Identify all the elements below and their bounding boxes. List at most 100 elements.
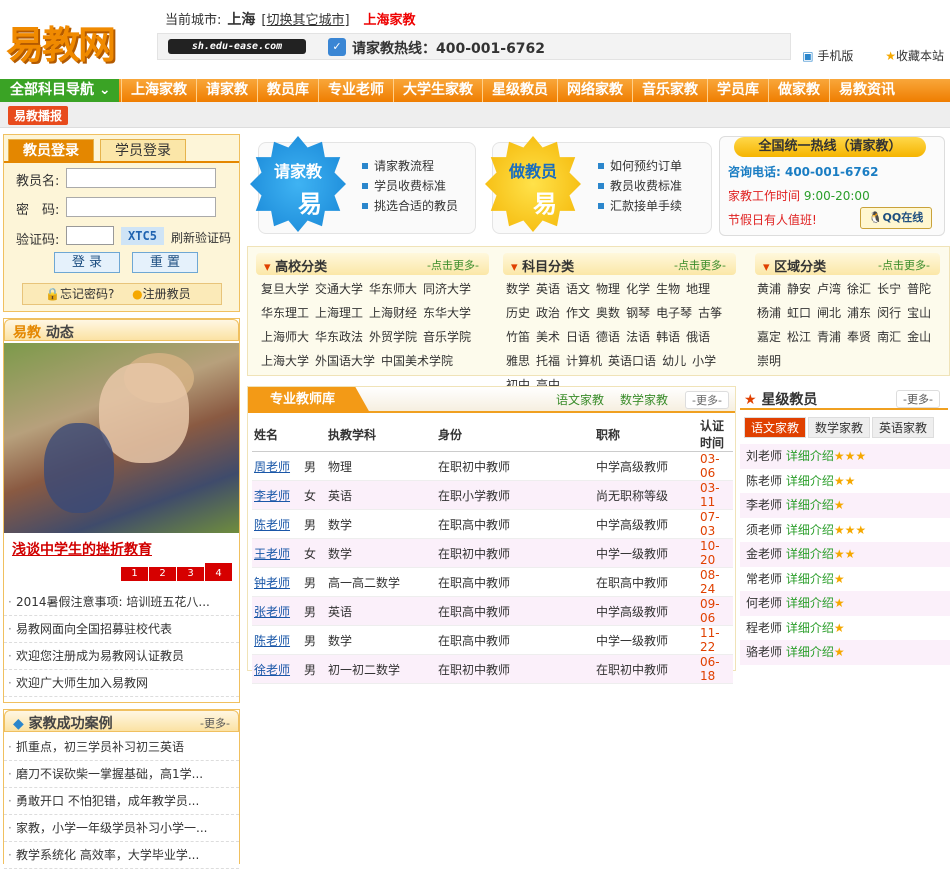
star-teacher-name[interactable]: 陈老师 [746,474,782,488]
star-teacher-name[interactable]: 骆老师 [746,645,782,659]
cases-more-link[interactable]: -更多- [200,715,230,731]
category-item[interactable]: 韩语 [656,330,680,344]
list-item[interactable]: 欢迎广大师生加入易教网 [4,670,239,697]
category-item[interactable]: 上海财经 [369,306,417,320]
category-more-link[interactable]: -点击更多- [674,257,726,273]
teacher-name[interactable]: 钟老师 [252,567,302,597]
teacher-name[interactable]: 周老师 [252,451,302,481]
category-more-link[interactable]: -点击更多- [878,257,930,273]
category-item[interactable]: 南汇 [877,330,901,344]
category-item[interactable]: 化学 [626,282,650,296]
category-item[interactable]: 德语 [596,330,620,344]
list-item[interactable]: 2014暑假注意事项: 培训班五花八... [4,589,239,616]
category-item[interactable]: 奥数 [596,306,620,320]
register-link[interactable]: 注册教员 [143,287,191,301]
category-item[interactable]: 上海师大 [261,330,309,344]
category-item[interactable]: 上海理工 [315,306,363,320]
category-item[interactable]: 法语 [626,330,650,344]
list-item[interactable]: 家教，小学一年级学员补习小学一... [4,815,239,842]
teacher-name[interactable]: 张老师 [252,596,302,626]
category-item[interactable]: 交通大学 [315,282,363,296]
category-item[interactable]: 语文 [566,282,590,296]
pager-item-active[interactable]: 4 [204,563,232,581]
category-item[interactable]: 卢湾 [817,282,841,296]
teacher-more-link[interactable]: -更多- [685,391,729,409]
mobile-link[interactable]: ▣ 手机版 [788,49,853,63]
category-item[interactable]: 生物 [656,282,680,296]
category-item[interactable]: 复旦大学 [261,282,309,296]
category-item[interactable]: 浦东 [847,306,871,320]
category-item[interactable]: 金山 [907,330,931,344]
login-button[interactable]: 登 录 [54,252,120,273]
list-item[interactable]: 磨刀不误砍柴一掌握基础，高1学... [4,761,239,788]
teacher-name[interactable]: 徐老师 [252,654,302,684]
category-item[interactable]: 同济大学 [423,282,471,296]
site-logo[interactable]: 易教网 [6,8,144,67]
category-item[interactable]: 华东政法 [315,330,363,344]
nav-item[interactable]: 专业老师 [318,79,393,102]
category-item[interactable]: 奉贤 [847,330,871,344]
star-teacher-name[interactable]: 常老师 [746,572,782,586]
category-item[interactable]: 历史 [506,306,530,320]
category-item[interactable]: 东华大学 [423,306,471,320]
category-item[interactable]: 青浦 [817,330,841,344]
teacher-name[interactable]: 王老师 [252,538,302,568]
teacher-name[interactable]: 李老师 [252,480,302,510]
category-more-link[interactable]: -点击更多- [427,257,479,273]
category-item[interactable]: 上海大学 [261,354,309,368]
forgot-password-link[interactable]: 忘记密码? [60,287,114,301]
category-item[interactable]: 美术 [536,330,560,344]
pager-item[interactable]: 1 [120,567,148,581]
detail-link[interactable]: 详细介绍 [786,449,834,463]
tab-english[interactable]: 英语家教 [872,417,935,438]
category-item[interactable]: 古筝 [698,306,722,320]
star-teacher-name[interactable]: 刘老师 [746,449,782,463]
nav-item[interactable]: 教员库 [257,79,318,102]
chinese-tutor-link[interactable]: 语文家教 [556,391,604,408]
list-item[interactable]: 学员收费标准 [362,176,458,196]
category-item[interactable]: 华东理工 [261,306,309,320]
star-teacher-name[interactable]: 李老师 [746,498,782,512]
category-item[interactable]: 数学 [506,282,530,296]
region-link[interactable]: 上海家教 [364,13,416,28]
nav-item[interactable]: 音乐家教 [632,79,707,102]
password-input[interactable] [66,197,216,217]
category-item[interactable]: 雅思 [506,354,530,368]
category-item[interactable]: 托福 [536,354,560,368]
detail-link[interactable]: 详细介绍 [786,572,834,586]
list-item[interactable]: 抓重点，初三学员补习初三英语 [4,734,239,761]
category-item[interactable]: 宝山 [907,306,931,320]
list-item[interactable]: 易教网面向全国招募驻校代表 [4,616,239,643]
category-item[interactable]: 作文 [566,306,590,320]
nav-item[interactable]: 星级教员 [482,79,557,102]
list-item[interactable]: 欢迎您注册成为易教网认证教员 [4,643,239,670]
star-teacher-name[interactable]: 须老师 [746,523,782,537]
detail-link[interactable]: 详细介绍 [786,523,834,537]
nav-item[interactable]: 易教资讯 [829,79,904,102]
detail-link[interactable]: 详细介绍 [786,498,834,512]
category-item[interactable]: 静安 [787,282,811,296]
refresh-captcha-link[interactable]: 刷新验证码 [171,229,231,246]
list-item[interactable]: 教学系统化 高效率，大学毕业学... [4,842,239,869]
detail-link[interactable]: 详细介绍 [786,547,834,561]
news-photo[interactable] [4,343,239,533]
category-item[interactable]: 长宁 [877,282,901,296]
list-item[interactable]: 挑选合适的教员 [362,196,458,216]
category-item[interactable]: 钢琴 [626,306,650,320]
tab-teacher-login[interactable]: 教员登录 [8,139,94,161]
nav-item[interactable]: 学员库 [707,79,768,102]
category-item[interactable]: 外贸学院 [369,330,417,344]
nav-item[interactable]: 做家教 [768,79,829,102]
category-item[interactable]: 闵行 [877,306,901,320]
category-item[interactable]: 徐汇 [847,282,871,296]
category-item[interactable]: 杨浦 [757,306,781,320]
category-item[interactable]: 闸北 [817,306,841,320]
all-subjects-nav[interactable]: 全部科目导航 ⌄ [0,79,119,102]
detail-link[interactable]: 详细介绍 [786,474,834,488]
category-item[interactable]: 中国美术学院 [381,354,453,368]
nav-item[interactable]: 上海家教 [121,79,196,102]
list-item[interactable]: 勇敢开口 不怕犯错，成年教学员... [4,788,239,815]
nav-item[interactable]: 网络家教 [557,79,632,102]
list-item[interactable]: 教员收费标准 [598,176,682,196]
category-item[interactable]: 普陀 [907,282,931,296]
